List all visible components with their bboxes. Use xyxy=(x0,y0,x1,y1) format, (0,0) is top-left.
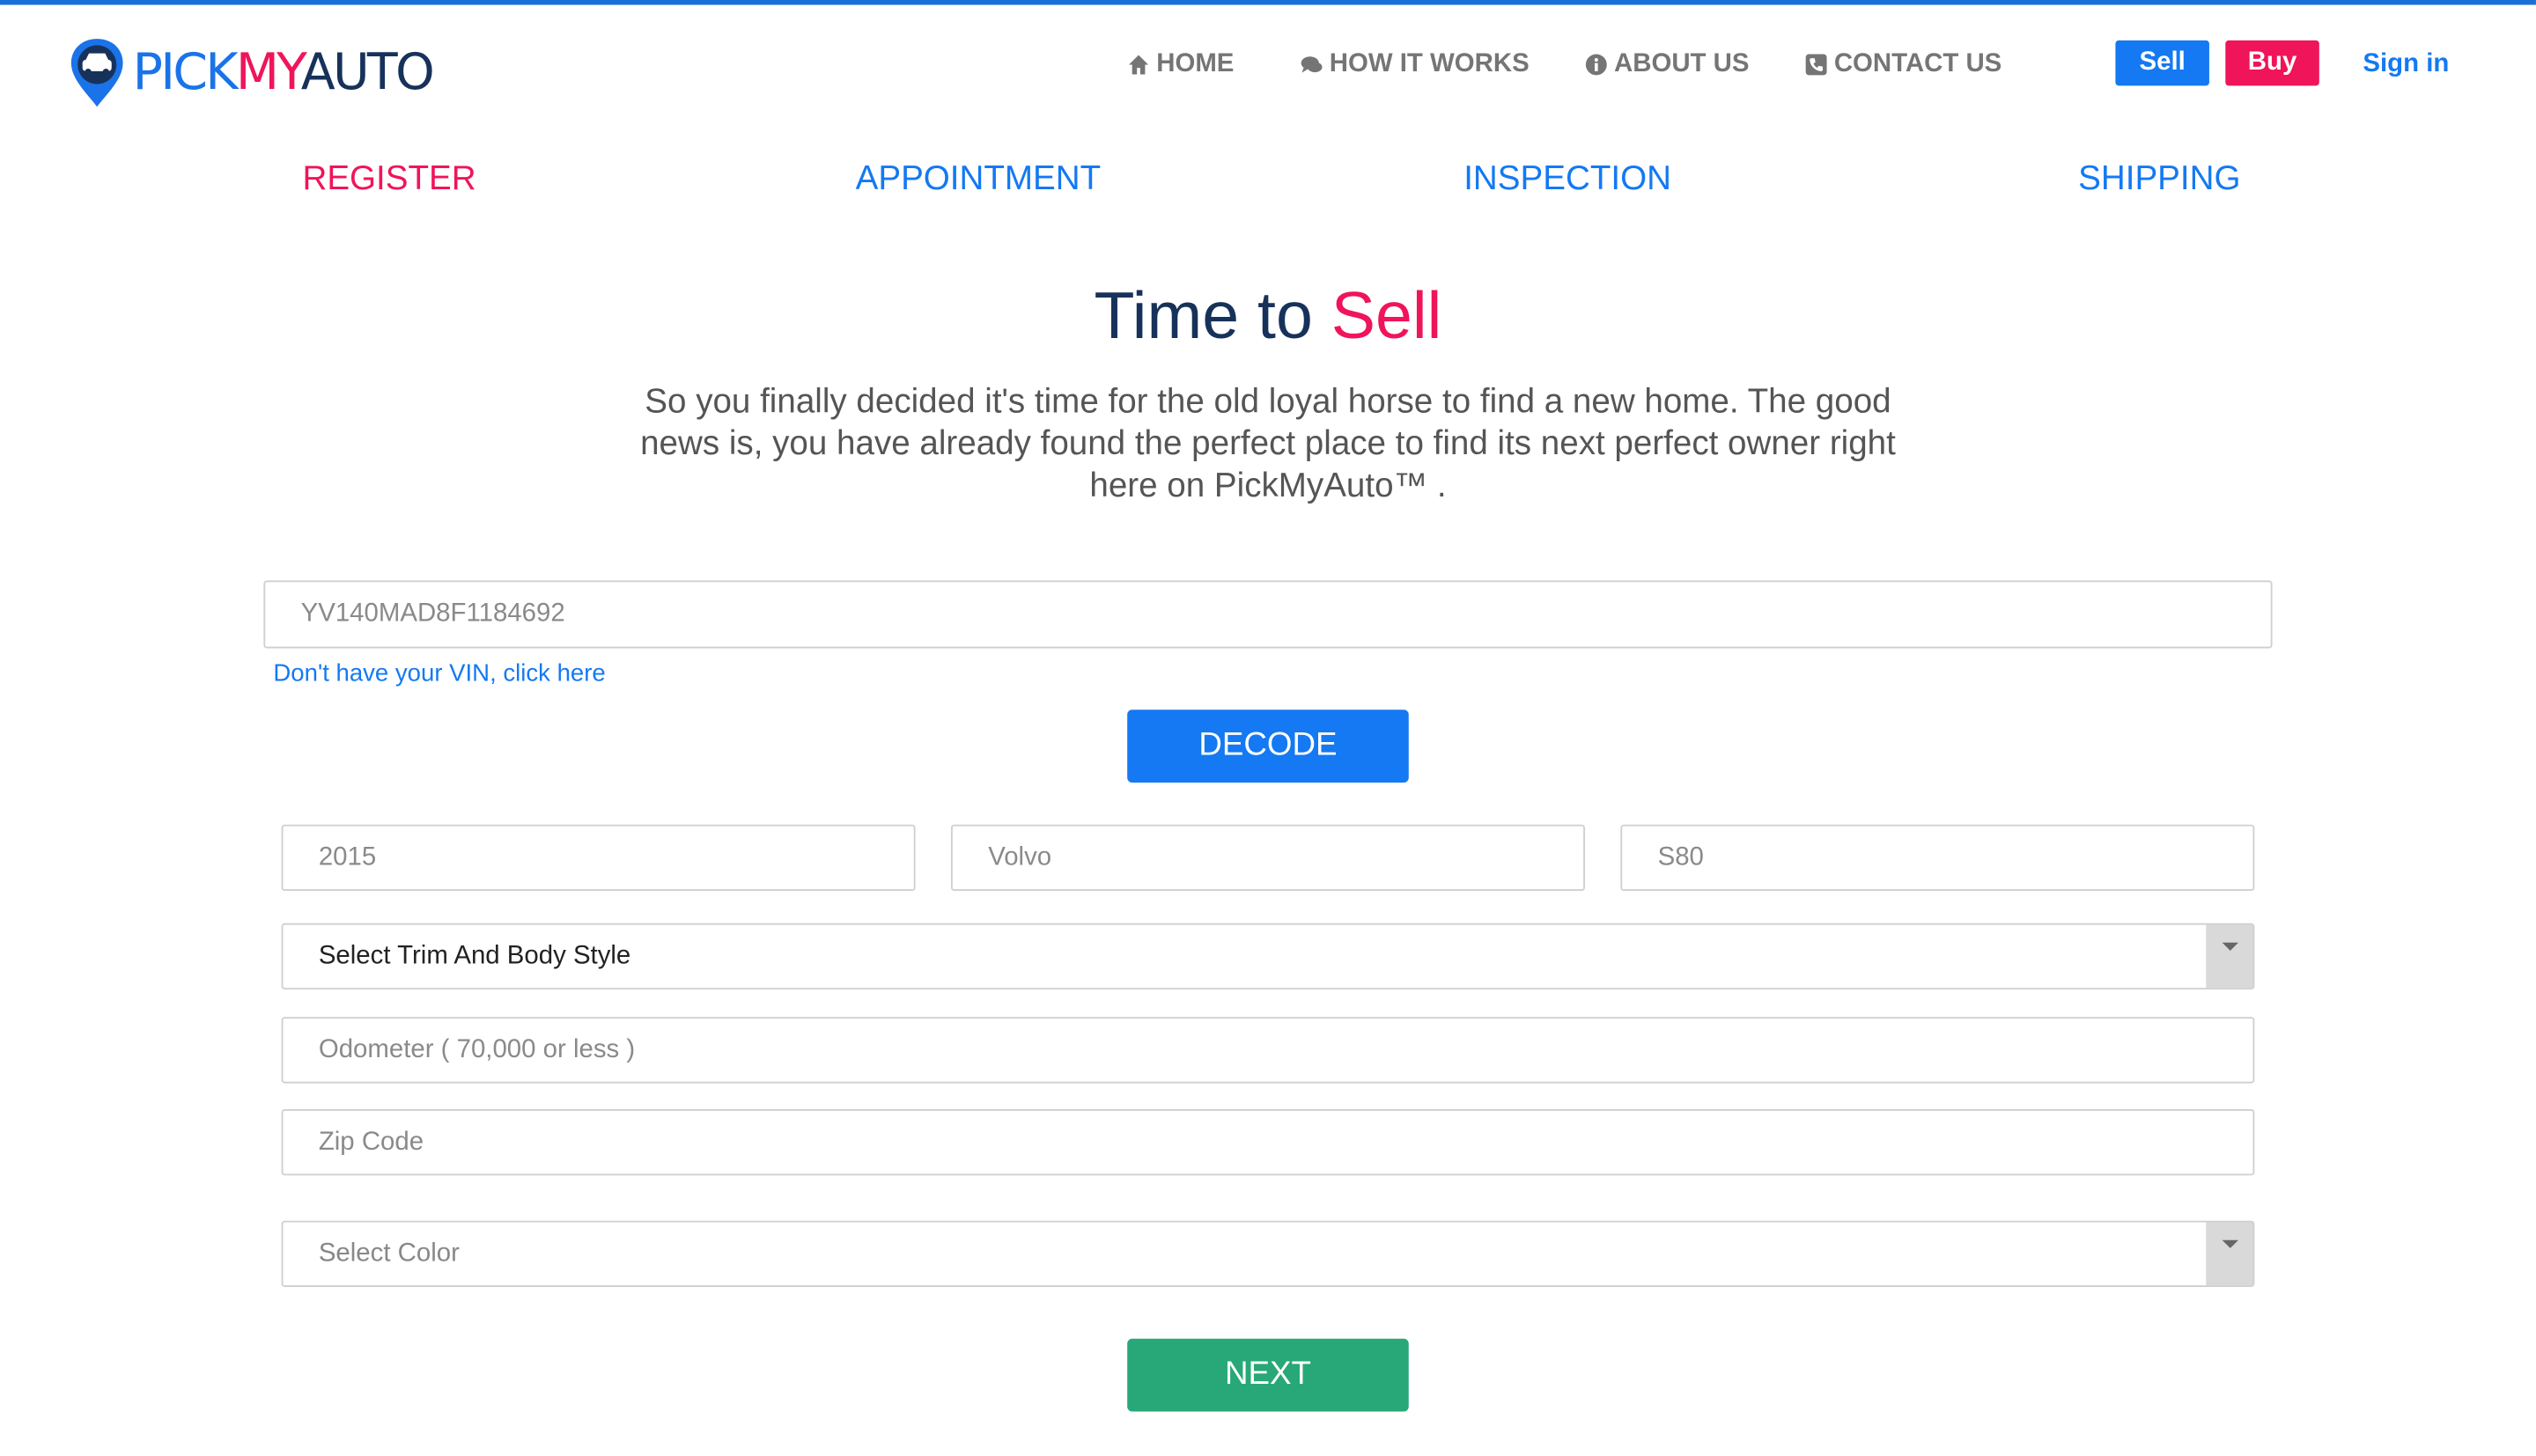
nav-home[interactable]: HOME xyxy=(1127,50,1234,79)
logo-text: PICKMYAUTO xyxy=(132,40,435,105)
home-icon xyxy=(1129,55,1149,75)
info-icon xyxy=(1585,54,1607,76)
nav-contact-us[interactable]: CONTACT US xyxy=(1805,50,2002,79)
nav-about-us[interactable]: ABOUT US xyxy=(1585,50,1750,79)
step-register[interactable]: REGISTER xyxy=(302,160,476,199)
model-input[interactable] xyxy=(1620,824,2255,892)
chevron-down-icon xyxy=(2206,1222,2253,1286)
no-vin-link[interactable]: Don't have your VIN, click here xyxy=(273,659,605,687)
trim-select[interactable]: Select Trim And Body Style xyxy=(281,923,2255,990)
top-accent-line xyxy=(0,0,2536,5)
page-title: Time to Sell xyxy=(0,278,2536,354)
step-appointment[interactable]: APPOINTMENT xyxy=(856,160,1102,199)
sell-button[interactable]: Sell xyxy=(2115,40,2209,86)
zip-code-input[interactable] xyxy=(281,1108,2255,1176)
sign-in-link[interactable]: Sign in xyxy=(2363,50,2449,79)
year-input[interactable] xyxy=(281,824,916,892)
nav-how-it-works-label: HOW IT WORKS xyxy=(1329,49,1530,78)
car-pin-icon xyxy=(68,35,126,109)
nav-about-us-label: ABOUT US xyxy=(1614,49,1750,78)
page: PICKMYAUTO HOME HOW IT WORKS ABOUT US CO… xyxy=(0,0,2536,1455)
nav-contact-us-label: CONTACT US xyxy=(1833,49,2002,78)
phone-icon xyxy=(1805,54,1827,76)
nav-home-label: HOME xyxy=(1156,49,1235,78)
buy-button[interactable]: Buy xyxy=(2225,40,2319,86)
intro-text: So you finally decided it's time for the… xyxy=(640,383,1896,505)
logo-text-my: MY xyxy=(235,43,304,102)
step-inspection[interactable]: INSPECTION xyxy=(1463,160,1671,199)
decode-button[interactable]: DECODE xyxy=(1127,710,1409,783)
logo[interactable]: PICKMYAUTO xyxy=(68,35,435,109)
logo-text-auto: AUTO xyxy=(300,43,435,102)
logo-text-pick: PICK xyxy=(132,43,239,102)
odometer-input[interactable] xyxy=(281,1017,2255,1084)
comments-icon xyxy=(1301,56,1323,73)
page-title-prefix: Time to xyxy=(1094,277,1331,353)
chevron-down-icon xyxy=(2206,924,2253,989)
step-shipping[interactable]: SHIPPING xyxy=(2078,160,2240,199)
vin-input[interactable] xyxy=(263,580,2273,649)
trim-select-value: Select Trim And Body Style xyxy=(318,941,631,970)
make-input[interactable] xyxy=(950,824,1585,892)
color-select[interactable]: Select Color xyxy=(281,1220,2255,1288)
color-select-value: Select Color xyxy=(318,1239,460,1268)
page-title-highlight: Sell xyxy=(1331,277,1442,353)
nav-how-it-works[interactable]: HOW IT WORKS xyxy=(1301,50,1530,79)
next-button[interactable]: NEXT xyxy=(1127,1338,1409,1412)
